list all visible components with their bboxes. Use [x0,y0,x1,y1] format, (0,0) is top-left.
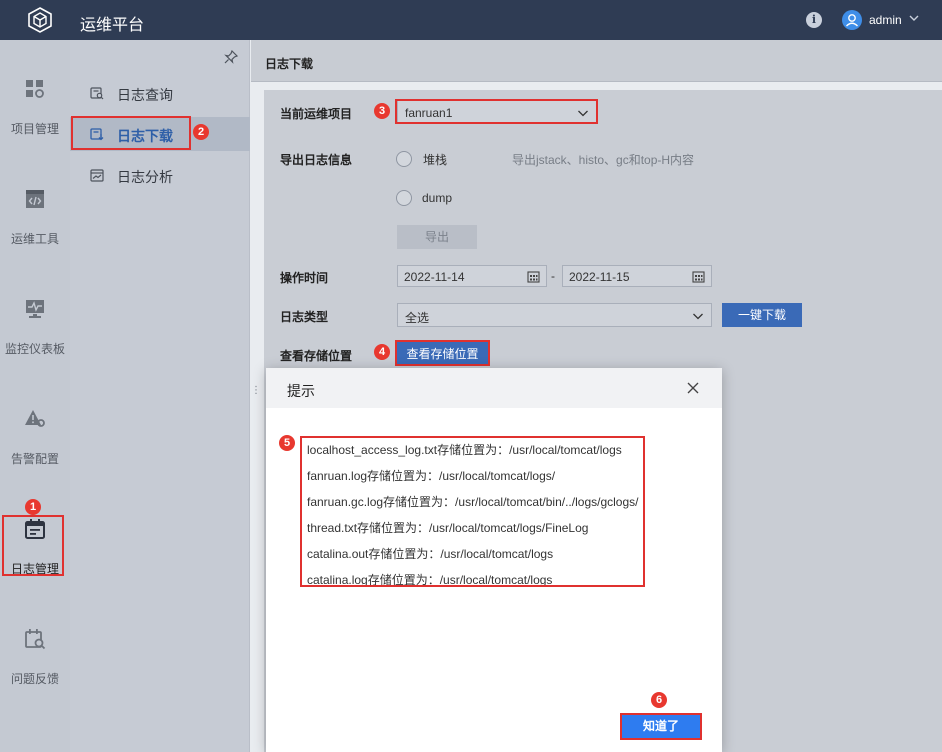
subnav-item-label: 日志查询 [117,87,173,103]
rail-item-label: 告警配置 [10,452,59,466]
project-label: 当前运维项目 [280,107,353,121]
export-label: 导出日志信息 [280,153,353,167]
page-title: 日志下载 [265,57,314,71]
annotation-box-4 [395,340,490,366]
date-separator: - [551,269,555,283]
info-icon[interactable]: i [806,12,822,28]
storage-dialog: 提示 localhost_access_log.txt存储位置为：/usr/lo… [266,368,722,752]
radio-stack[interactable] [396,151,412,167]
chevron-down-icon[interactable] [908,12,920,24]
dialog-title: 提示 [287,383,315,399]
date-start-value: 2022-11-14 [404,270,465,284]
annotation-box-6 [620,713,702,740]
annotation-box-1 [2,515,64,576]
annotation-badge-2: 2 [193,124,209,140]
annotation-box-2 [71,116,191,150]
rail-item-feedback[interactable]: 问题反馈 [0,628,70,718]
calendar-icon[interactable] [527,270,540,283]
one-click-download-button[interactable]: 一键下载 [722,303,802,327]
code-tool-icon [26,190,44,208]
date-end-input[interactable]: 2022-11-15 [562,265,712,287]
logo-cube-icon [28,7,52,33]
subnav-item-log-query[interactable]: 日志查询 [70,76,250,110]
subnav-item-log-analysis[interactable]: 日志分析 [70,158,250,192]
radio-dump-label: dump [422,191,453,205]
calendar-icon[interactable] [692,270,705,283]
rail-item-alert[interactable]: 告警配置 [0,408,70,498]
log-type-select[interactable]: 全选 [397,303,712,327]
date-end-value: 2022-11-15 [569,270,630,284]
rail-item-label: 项目管理 [10,122,59,136]
rail-item-label: 问题反馈 [10,672,59,686]
user-avatar-icon[interactable] [842,10,862,30]
app-title: 运维平台 [80,17,145,34]
user-name[interactable]: admin [869,13,902,27]
project-grid-icon [26,80,44,98]
rail-item-project[interactable]: 项目管理 [0,78,70,168]
annotation-badge-1: 1 [25,499,41,515]
annotation-badge-6: 6 [651,692,667,708]
annotation-box-3 [395,99,598,124]
feedback-search-icon [25,629,46,650]
log-type-select-value: 全选 [405,311,430,325]
log-analysis-icon [90,169,104,182]
monitor-dashboard-icon [26,300,44,318]
annotation-box-5 [300,436,645,587]
radio-stack-label: 堆栈 [423,153,448,167]
rail-item-monitor[interactable]: 监控仪表板 [0,298,70,388]
date-start-input[interactable]: 2022-11-14 [397,265,547,287]
resize-handle[interactable]: ⋮⋮ [251,386,271,404]
top-bar: 运维平台 i admin [0,0,942,40]
radio-dump[interactable] [396,190,412,206]
log-search-icon [90,87,104,100]
subnav-item-label: 日志分析 [117,169,173,185]
annotation-badge-5: 5 [279,435,295,451]
radio-stack-hint: 导出jstack、histo、gc和top-H内容 [512,153,695,167]
dialog-header: 提示 [266,368,722,408]
page-header: 日志下载 [251,40,942,82]
chevron-down-icon [693,313,703,320]
log-type-label: 日志类型 [280,310,329,324]
alert-config-icon [25,410,45,427]
rail-item-label: 监控仪表板 [4,342,65,356]
storage-label: 查看存储位置 [280,349,353,363]
time-label: 操作时间 [280,271,329,285]
close-icon[interactable] [687,382,699,394]
annotation-badge-3: 3 [374,103,390,119]
export-button[interactable]: 导出 [397,225,477,249]
rail-item-label: 运维工具 [10,232,59,246]
pin-icon[interactable] [224,50,238,64]
rail-item-tools[interactable]: 运维工具 [0,188,70,278]
annotation-badge-4: 4 [374,344,390,360]
